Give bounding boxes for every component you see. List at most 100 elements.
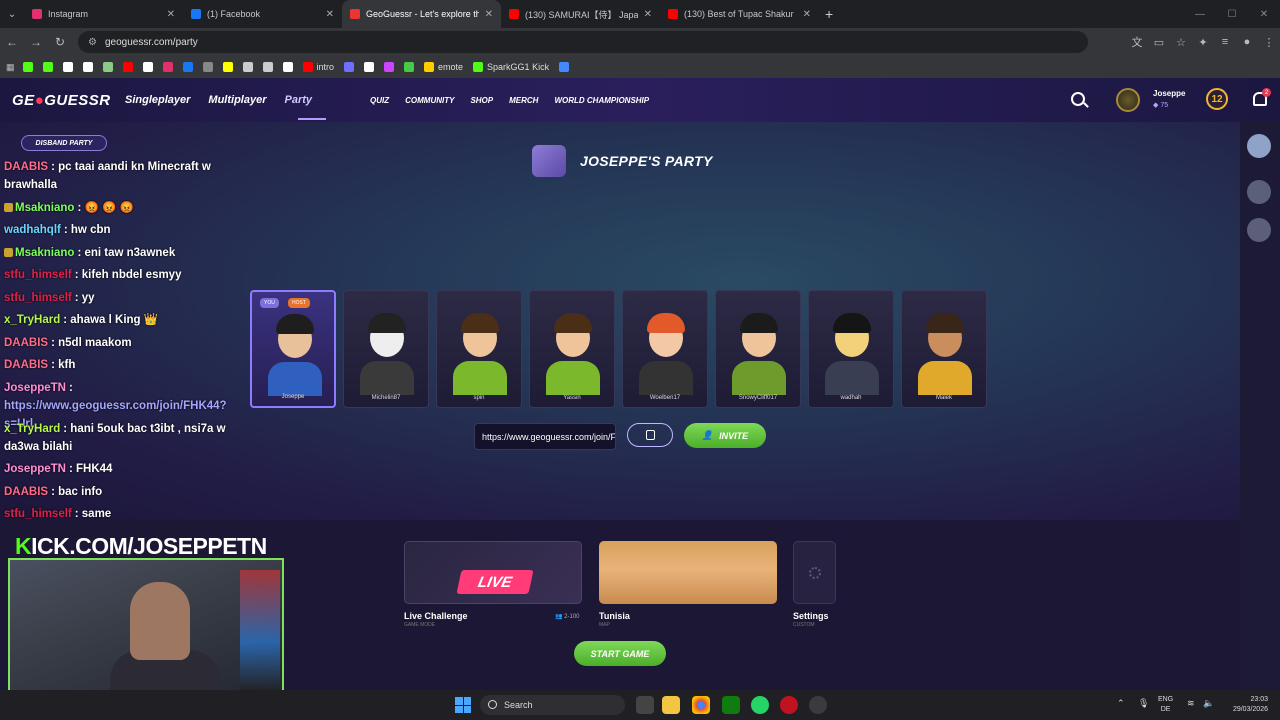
- profile-avatar[interactable]: ●: [1236, 28, 1258, 56]
- bookmark-item[interactable]: [162, 62, 173, 72]
- invite-button[interactable]: 👤 INVITE: [684, 423, 766, 448]
- player-card[interactable]: SnowyCliff017: [715, 290, 801, 408]
- tab-label: GeoGuessr - Let's explore the w: [366, 9, 479, 19]
- bookmark-item[interactable]: [142, 62, 153, 72]
- tab-close-icon[interactable]: ✕: [644, 9, 652, 20]
- bookmark-item[interactable]: [559, 62, 570, 72]
- extensions-icon[interactable]: ✦: [1192, 28, 1214, 56]
- player-card[interactable]: Michelin87: [343, 290, 429, 408]
- reload-icon[interactable]: ↻: [48, 28, 72, 56]
- bookmark-item[interactable]: [122, 62, 133, 72]
- whatsapp-icon[interactable]: [751, 696, 769, 714]
- bookmark-item[interactable]: intro: [302, 62, 334, 72]
- bookmark-item[interactable]: [62, 62, 73, 72]
- url-field[interactable]: ⚙ geoguessr.com/party: [78, 31, 1088, 53]
- app-icon[interactable]: [780, 696, 798, 714]
- nav-singleplayer[interactable]: Singleplayer: [125, 94, 190, 106]
- tab-close-icon[interactable]: ✕: [803, 9, 811, 20]
- wifi-icon[interactable]: ≋: [1187, 698, 1195, 709]
- tab-close-icon[interactable]: ✕: [485, 9, 493, 20]
- chrome-icon[interactable]: [692, 696, 710, 714]
- chat-username: stfu_himself: [4, 292, 72, 304]
- game-mode-card[interactable]: LIVE: [404, 541, 582, 604]
- cast-icon[interactable]: ▭: [1148, 28, 1170, 56]
- tab-close-icon[interactable]: ✕: [167, 9, 175, 20]
- close-window-icon[interactable]: ✕: [1248, 0, 1280, 28]
- friend-avatar[interactable]: [1247, 218, 1271, 242]
- browser-tab[interactable]: Instagram ✕: [24, 0, 183, 28]
- browser-tab[interactable]: (130) Best of Tupac Shakur ✕: [660, 0, 819, 28]
- player-card[interactable]: Malek: [901, 290, 987, 408]
- nav-multiplayer[interactable]: Multiplayer: [208, 94, 266, 106]
- bookmark-item[interactable]: [22, 62, 33, 72]
- bookmark-label: SparkGG1 Kick: [487, 62, 550, 72]
- search-icon[interactable]: [1071, 92, 1085, 106]
- browser-tab[interactable]: (1) Facebook ✕: [183, 0, 342, 28]
- bookmark-item[interactable]: [182, 62, 193, 72]
- settings-card[interactable]: [793, 541, 836, 604]
- level-badge[interactable]: 12: [1206, 88, 1228, 110]
- bookmark-star-icon[interactable]: ☆: [1170, 28, 1192, 56]
- nav-community[interactable]: COMMUNITY: [405, 96, 454, 105]
- forward-icon[interactable]: →: [24, 28, 48, 56]
- friend-avatar[interactable]: [1247, 134, 1271, 158]
- bookmark-item[interactable]: [364, 62, 375, 72]
- language-indicator[interactable]: ENG DE: [1158, 695, 1173, 715]
- player-card[interactable]: Yassin: [529, 290, 615, 408]
- new-tab-button[interactable]: +: [825, 6, 833, 22]
- geoguessr-logo[interactable]: GE●GUESSR: [12, 92, 111, 109]
- bookmark-item[interactable]: emote: [424, 62, 463, 72]
- xbox-icon[interactable]: [722, 696, 740, 714]
- task-view-icon[interactable]: [636, 696, 654, 714]
- nav-quiz[interactable]: QUIZ: [370, 96, 389, 105]
- taskbar-search[interactable]: Search: [480, 695, 625, 715]
- minimize-icon[interactable]: —: [1184, 0, 1216, 28]
- chrome-menu-icon[interactable]: ⋮: [1258, 28, 1280, 56]
- bookmark-item[interactable]: [282, 62, 293, 72]
- bookmark-item[interactable]: SparkGG1 Kick: [473, 62, 549, 72]
- invite-url-field[interactable]: https://www.geoguessr.com/join/FHK44?s=U…: [474, 423, 616, 450]
- tray-chevron-icon[interactable]: ⌃: [1117, 698, 1125, 709]
- bookmark-item[interactable]: [344, 62, 355, 72]
- windows-start-icon[interactable]: [455, 697, 471, 713]
- tab-groups-icon[interactable]: ≡: [1214, 28, 1236, 56]
- apps-grid-icon[interactable]: ▦: [6, 62, 15, 73]
- bookmark-item[interactable]: [242, 62, 253, 72]
- tab-close-icon[interactable]: ✕: [326, 9, 334, 20]
- map-card[interactable]: [599, 541, 777, 604]
- file-explorer-icon[interactable]: [662, 696, 680, 714]
- bookmark-item[interactable]: [222, 62, 233, 72]
- bookmark-item[interactable]: [404, 62, 415, 72]
- copy-link-button[interactable]: [627, 423, 673, 447]
- player-card[interactable]: wadhah: [808, 290, 894, 408]
- player-card[interactable]: Joseppe YOU HOST: [250, 290, 336, 408]
- player-card[interactable]: Woelben17: [622, 290, 708, 408]
- friend-avatar[interactable]: [1247, 180, 1271, 204]
- bookmark-item[interactable]: [42, 62, 53, 72]
- back-icon[interactable]: ←: [0, 28, 24, 56]
- microphone-icon[interactable]: 🎙: [1138, 698, 1149, 709]
- tab-search-icon[interactable]: ⌄: [0, 0, 24, 28]
- player-card[interactable]: spin: [436, 290, 522, 408]
- clock[interactable]: 23:03 29/03/2026: [1222, 695, 1268, 715]
- start-game-button[interactable]: START GAME: [574, 641, 666, 666]
- bookmark-item[interactable]: [384, 62, 395, 72]
- bookmark-item[interactable]: [102, 62, 113, 72]
- maximize-icon[interactable]: ☐: [1216, 0, 1248, 28]
- bookmark-item[interactable]: [202, 62, 213, 72]
- disband-party-button[interactable]: DISBAND PARTY: [21, 135, 107, 151]
- obs-icon[interactable]: [809, 696, 827, 714]
- bookmark-item[interactable]: [82, 62, 93, 72]
- nav-shop[interactable]: SHOP: [470, 96, 493, 105]
- nav-merch[interactable]: MERCH: [509, 96, 538, 105]
- nav-party[interactable]: Party: [285, 94, 313, 106]
- nav-world-championship[interactable]: WORLD CHAMPIONSHIP: [554, 96, 649, 105]
- user-avatar[interactable]: [1116, 88, 1140, 112]
- browser-tab[interactable]: GeoGuessr - Let's explore the w ✕: [342, 0, 501, 28]
- translate-icon[interactable]: 文: [1126, 28, 1148, 56]
- browser-tab[interactable]: (130) SAMURAI【侍】 Japan ✕: [501, 0, 660, 28]
- bookmark-item[interactable]: [262, 62, 273, 72]
- volume-icon[interactable]: 🔈: [1203, 698, 1214, 709]
- streamer-head: [130, 582, 190, 660]
- site-info-icon[interactable]: ⚙: [88, 37, 97, 48]
